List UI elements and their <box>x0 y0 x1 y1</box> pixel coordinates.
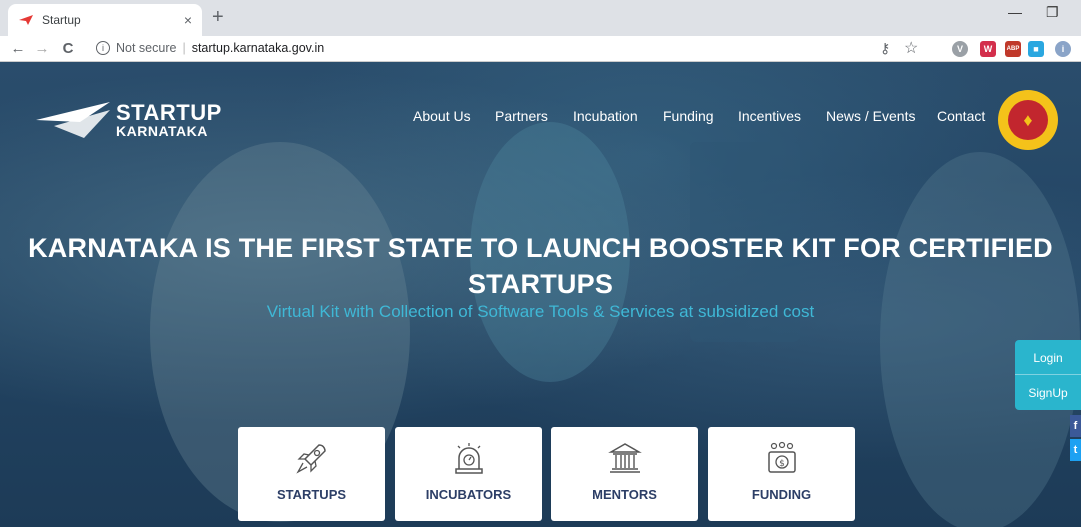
new-tab-button[interactable]: + <box>212 6 224 29</box>
back-button[interactable]: ← <box>6 40 30 57</box>
not-secure-label: Not secure <box>116 41 177 55</box>
forward-button[interactable]: → <box>30 40 54 57</box>
profile-avatar-icon[interactable]: i <box>1055 41 1071 57</box>
twitter-icon[interactable]: t <box>1070 439 1081 461</box>
nav-incentives[interactable]: Incentives <box>738 108 801 124</box>
nav-news-events[interactable]: News / Events <box>826 108 915 124</box>
startups-card[interactable]: STARTUPS <box>238 427 385 521</box>
hero-subtitle: Virtual Kit with Collection of Software … <box>266 302 815 321</box>
w-extension-icon[interactable]: W <box>980 41 996 57</box>
startup-favicon-icon <box>18 12 34 28</box>
mentors-label: MENTORS <box>592 487 657 502</box>
hero-section: STARTUP KARNATAKA About Us Partners Incu… <box>0 62 1081 527</box>
svg-text:$: $ <box>779 459 785 469</box>
emblem-seal-icon: ♦ <box>1008 100 1048 140</box>
nav-contact[interactable]: Contact <box>937 108 985 124</box>
mentors-card[interactable]: MENTORS <box>551 427 698 521</box>
government-emblem[interactable]: ♦ <box>998 90 1058 150</box>
windows-extension-icon[interactable]: ■ <box>1028 41 1044 57</box>
institution-icon <box>607 443 642 473</box>
rocket-icon <box>295 444 326 474</box>
browser-tab[interactable]: Startup × <box>8 4 202 36</box>
vivaldi-extension-icon[interactable]: V <box>952 41 968 57</box>
nav-funding[interactable]: Funding <box>663 108 714 124</box>
incubators-card[interactable]: INCUBATORS <box>395 427 542 521</box>
signup-button[interactable]: SignUp <box>1015 374 1081 410</box>
hero-headline-line1: KARNATAKA IS THE FIRST STATE TO LAUNCH B… <box>28 233 1053 263</box>
hero-headline-line2: STARTUPS <box>467 269 614 299</box>
nav-partners[interactable]: Partners <box>495 108 548 124</box>
url-separator: | <box>182 41 186 55</box>
facebook-icon[interactable]: f <box>1070 415 1081 437</box>
tab-title: Startup <box>42 13 81 27</box>
funding-card[interactable]: $ FUNDING <box>708 427 855 521</box>
key-icon[interactable]: ⚷ <box>880 40 890 57</box>
incubators-label: INCUBATORS <box>425 487 512 502</box>
tab-close-icon[interactable]: × <box>184 12 192 28</box>
funding-label: FUNDING <box>751 487 812 502</box>
login-button[interactable]: Login <box>1015 340 1081 376</box>
hero-headline: KARNATAKA IS THE FIRST STATE TO LAUNCH B… <box>0 230 1081 302</box>
address-bar: ← → C i Not secure | startup.karnataka.g… <box>0 36 1081 62</box>
money-icon: $ <box>767 441 796 473</box>
url-text[interactable]: startup.karnataka.gov.in <box>192 41 324 55</box>
nav-incubation[interactable]: Incubation <box>573 108 638 124</box>
bookmark-star-icon[interactable]: ☆ <box>904 38 918 58</box>
main-navigation: About Us Partners Incubation Funding Inc… <box>0 108 1081 128</box>
reload-button[interactable]: C <box>56 40 80 57</box>
alarm-icon <box>454 443 483 474</box>
omnibox[interactable]: i Not secure | startup.karnataka.gov.in <box>96 37 976 59</box>
info-icon[interactable]: i <box>96 41 110 55</box>
minimize-button[interactable]: — <box>1008 4 1022 20</box>
browser-tab-bar: Startup × + — ❐ <box>0 0 1081 36</box>
adblock-extension-icon[interactable]: ABP <box>1005 41 1021 57</box>
nav-about-us[interactable]: About Us <box>413 108 471 124</box>
restore-button[interactable]: ❐ <box>1046 4 1059 21</box>
startups-label: STARTUPS <box>276 487 347 502</box>
